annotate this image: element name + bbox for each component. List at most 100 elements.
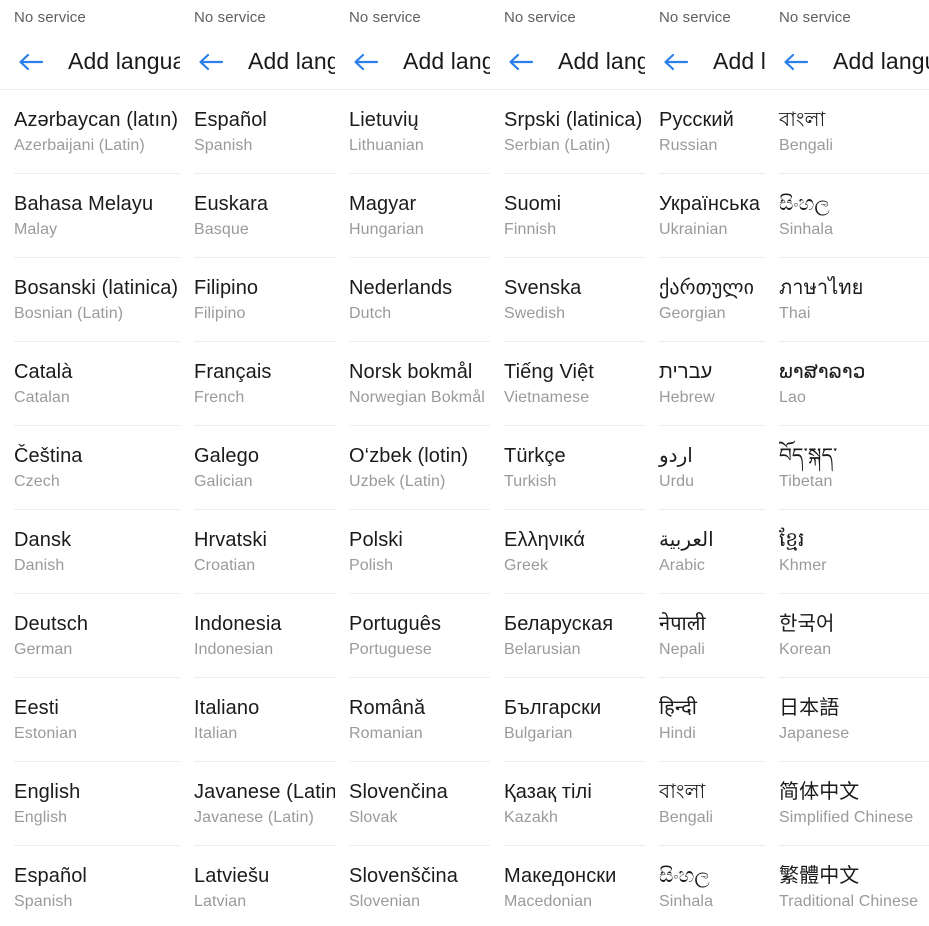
language-list-item[interactable]: Hrvatski Croatian [180,510,335,594]
status-bar: No service [765,0,929,34]
language-list-item[interactable]: Svenska Swedish [490,258,645,342]
language-list-item[interactable]: Македонски Macedonian [490,846,645,926]
language-list-item[interactable]: Türkçe Turkish [490,426,645,510]
language-list-item[interactable]: Tiếng Việt Vietnamese [490,342,645,426]
arrow-left-icon[interactable] [504,45,538,79]
page-title: Add lang [403,48,490,74]
language-native-name: Dansk [14,528,72,551]
arrow-left-icon[interactable] [779,45,813,79]
language-list-item[interactable]: Nederlands Dutch [335,258,490,342]
language-native-name: ქართული [659,276,755,299]
language-list-item[interactable]: Euskara Basque [180,174,335,258]
language-list-item[interactable]: Ελληνικά Greek [490,510,645,594]
language-native-name: Беларуская [504,612,614,635]
language-english-name: Basque [194,220,249,238]
language-list-item[interactable]: ภาษาไทย Thai [765,258,929,342]
arrow-left-icon[interactable] [659,45,693,79]
language-english-name: Portuguese [349,640,432,658]
language-list-item[interactable]: Suomi Finnish [490,174,645,258]
language-english-name: Azerbaijani (Latin) [14,136,145,154]
language-list-item[interactable]: සිංහල Sinhala [765,174,929,258]
language-list-item[interactable]: Dansk Danish [0,510,180,594]
language-list-item[interactable]: বাংলা Bengali [645,762,765,846]
arrow-left-icon[interactable] [14,45,48,79]
language-list-item[interactable]: සිංහල Sinhala [645,846,765,926]
language-english-name: Estonian [14,724,78,742]
language-native-name: Tiếng Việt [504,360,594,383]
phone-screenshot-panel-6: No service Add langu বাংলা Bengali සිංහල Sinh… [765,0,929,926]
language-list-item[interactable]: English English [0,762,180,846]
language-list-item[interactable]: Norsk bokmål Norwegian Bokmål [335,342,490,426]
phone-screen: No service Add langua Azərbaycan (latın) Az… [0,0,180,926]
language-english-name: Uzbek (Latin) [349,472,446,490]
language-list-item[interactable]: বাংলা Bengali [765,90,929,174]
language-list-item[interactable]: Deutsch German [0,594,180,678]
language-english-name: Hindi [659,724,696,742]
language-list-item[interactable]: Українська Ukrainian [645,174,765,258]
language-list-item[interactable]: ខ្មែរ Khmer [765,510,929,594]
language-list-item[interactable]: Azərbaycan (latın) Azerbaijani (Latin) [0,90,180,174]
language-list-item[interactable]: Português Portuguese [335,594,490,678]
language-english-name: Vietnamese [504,388,590,406]
arrow-left-icon[interactable] [349,45,383,79]
language-list-item[interactable]: Latviešu Latvian [180,846,335,926]
language-english-name: Latvian [194,892,247,910]
language-list-item[interactable]: हिन्दी Hindi [645,678,765,762]
language-english-name: Russian [659,136,718,154]
language-list-item[interactable]: O‘zbek (lotin) Uzbek (Latin) [335,426,490,510]
language-list-item[interactable]: ქართული Georgian [645,258,765,342]
language-list-item[interactable]: العربية Arabic [645,510,765,594]
language-list-item[interactable]: Indonesia Indonesian [180,594,335,678]
language-english-name: Lao [779,388,806,406]
language-list-item[interactable]: Русский Russian [645,90,765,174]
app-bar: Add lang [335,34,490,90]
language-native-name: Türkçe [504,444,566,467]
language-list-item[interactable]: Čeština Czech [0,426,180,510]
language-list-item[interactable]: 繁體中文 Traditional Chinese [765,846,929,926]
language-list-item[interactable]: Català Catalan [0,342,180,426]
language-list-item[interactable]: Eesti Estonian [0,678,180,762]
language-native-name: Bosanski (latinica) [14,276,179,299]
language-english-name: Spanish [14,892,73,910]
language-native-name: 한국어 [779,612,835,635]
language-list-item[interactable]: Español Spanish [180,90,335,174]
language-english-name: Nepali [659,640,705,658]
language-list-item[interactable]: Lietuvių Lithuanian [335,90,490,174]
language-list: Español Spanish Euskara Basque Filipino Filip… [180,90,335,926]
language-list-item[interactable]: Slovenščina Slovenian [335,846,490,926]
language-list-item[interactable]: ພາສາລາວ Lao [765,342,929,426]
language-list: Azərbaycan (latın) Azerbaijani (Latin) Bah… [0,90,180,926]
language-native-name: עברית [659,360,713,383]
status-bar-service-label: No service [194,8,266,26]
language-english-name: Romanian [349,724,423,742]
language-list-item[interactable]: Қазақ тілі Kazakh [490,762,645,846]
language-list-item[interactable]: Bosanski (latinica) Bosnian (Latin) [0,258,180,342]
language-native-name: Italiano [194,696,260,719]
language-list-item[interactable]: עברית Hebrew [645,342,765,426]
language-english-name: Thai [779,304,811,322]
language-list-item[interactable]: Български Bulgarian [490,678,645,762]
language-list-item[interactable]: Italiano Italian [180,678,335,762]
language-list-item[interactable]: Română Romanian [335,678,490,762]
language-english-name: Galician [194,472,253,490]
status-bar: No service [0,0,180,34]
language-list-item[interactable]: Magyar Hungarian [335,174,490,258]
language-list-item[interactable]: Slovenčina Slovak [335,762,490,846]
language-list-item[interactable]: اردو Urdu [645,426,765,510]
language-list-item[interactable]: Javanese (Latin) Javanese (Latin) [180,762,335,846]
language-list-item[interactable]: Polski Polish [335,510,490,594]
language-list-item[interactable]: Srpski (latinica) Serbian (Latin) [490,90,645,174]
language-list-item[interactable]: Filipino Filipino [180,258,335,342]
language-list-item[interactable]: Galego Galician [180,426,335,510]
language-english-name: Traditional Chinese [779,892,919,910]
language-list-item[interactable]: Français French [180,342,335,426]
language-list-item[interactable]: 简体中文 Simplified Chinese [765,762,929,846]
language-list-item[interactable]: 日本語 Japanese [765,678,929,762]
language-list-item[interactable]: Español Spanish [0,846,180,926]
language-list-item[interactable]: བོད་སྐད་ Tibetan [765,426,929,510]
language-list-item[interactable]: Bahasa Melayu Malay [0,174,180,258]
arrow-left-icon[interactable] [194,45,228,79]
language-list-item[interactable]: Беларуская Belarusian [490,594,645,678]
language-list-item[interactable]: नेपाली Nepali [645,594,765,678]
language-list-item[interactable]: 한국어 Korean [765,594,929,678]
